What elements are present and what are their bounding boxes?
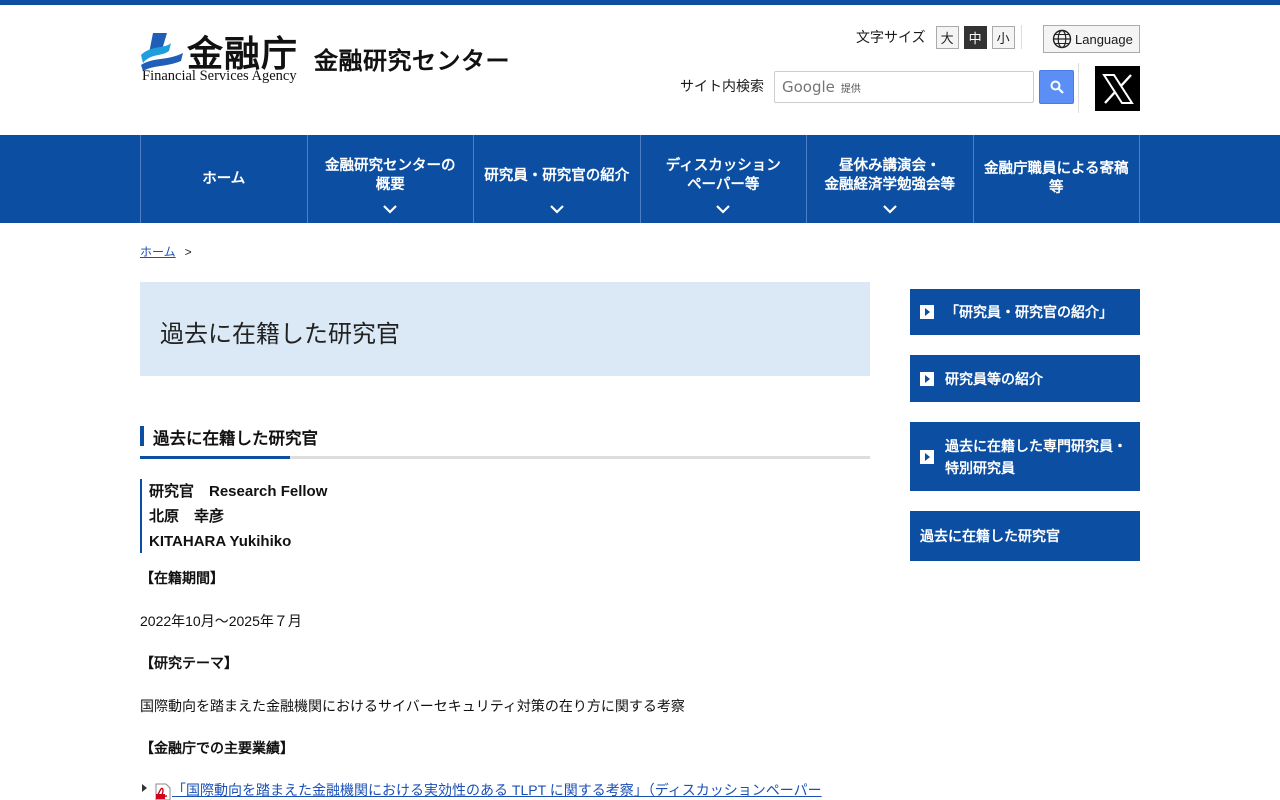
sidebar-item-label: 研究員等の紹介 <box>945 370 1043 387</box>
sidebar-item-label: 特別研究員 <box>945 459 1015 476</box>
achievement-item: 「国際動向を踏まえた金融機関における実効性のある TLPT に関する考察」（ディ… <box>142 780 822 800</box>
nav-label: 金融経済学勉強会等 <box>824 177 956 193</box>
chevron-down-icon <box>383 205 398 214</box>
profile-name-jp: 北原 幸彦 <box>149 508 225 525</box>
theme-value: 国際動向を踏まえた金融機関におけるサイバーセキュリティ対策の在り方に関する考察 <box>140 698 685 714</box>
nav-item-lectures[interactable]: 昼休み講演会・ 金融経済学勉強会等 <box>807 135 974 223</box>
pdf-icon <box>155 783 171 800</box>
language-label: Language <box>1075 31 1133 47</box>
heading-underline-accent <box>140 456 290 459</box>
section-heading: 過去に在籍した研究官 <box>140 426 870 459</box>
profile-title: 研究官 Research Fellow <box>149 483 328 500</box>
nav-label: 金融庁職員による寄稿 <box>983 161 1129 177</box>
arrow-right-icon <box>920 449 934 464</box>
heading-accent-bar <box>140 426 144 446</box>
search-icon <box>1050 80 1064 94</box>
sidebar-item-label: 過去に在籍した専門研究員・ <box>945 437 1127 454</box>
arrow-right-icon <box>920 371 934 386</box>
breadcrumb-home-link[interactable]: ホーム <box>140 243 176 260</box>
fsa-logo[interactable]: 金融庁 Financial Services Agency <box>141 29 306 87</box>
logo-text-en: Financial Services Agency <box>142 68 297 84</box>
achievements-heading: 【金融庁での主要業績】 <box>140 740 294 756</box>
sidebar-item-past-fellows[interactable]: 過去に在籍した研究官 <box>910 511 1140 561</box>
font-size-medium-button[interactable]: 中 <box>963 25 987 49</box>
researcher-profile: 研究官 Research Fellow 北原 幸彦 KITAHARA Yukih… <box>140 479 327 553</box>
nav-item-home[interactable]: ホーム <box>141 135 308 223</box>
list-bullet-icon <box>142 784 147 792</box>
breadcrumb: ホーム > <box>140 243 192 260</box>
sidebar-item-label: 過去に在籍した研究官 <box>920 528 1060 544</box>
nav-label: ホーム <box>202 170 246 187</box>
chevron-down-icon <box>716 205 731 214</box>
nav-label: ディスカッション <box>665 158 781 174</box>
page-title-banner: 過去に在籍した研究官 <box>140 282 870 376</box>
fsa-logo-mark-icon <box>141 31 183 71</box>
header-divider <box>1021 25 1022 49</box>
arrow-right-icon <box>920 305 934 319</box>
font-size-small-button[interactable]: 小 <box>991 25 1015 49</box>
page-title: 過去に在籍した研究官 <box>160 320 400 348</box>
achievement-pdf-link[interactable]: 「国際動向を踏まえた金融機関における実効性のある TLPT に関する考察」（ディ… <box>172 780 822 800</box>
nav-label: 等 <box>1049 180 1064 196</box>
sidebar-item-past-specialists[interactable]: 過去に在籍した専門研究員・ 特別研究員 <box>910 422 1140 491</box>
chevron-down-icon <box>549 205 564 214</box>
nav-item-contributions[interactable]: 金融庁職員による寄稿 等 <box>974 135 1140 223</box>
sidebar-item-researchers[interactable]: 研究員等の紹介 <box>910 355 1140 402</box>
search-label: サイト内検索 <box>680 78 764 94</box>
font-size-label: 文字サイズ <box>856 29 926 45</box>
theme-heading: 【研究テーマ】 <box>140 655 238 671</box>
x-social-button[interactable] <box>1095 66 1140 111</box>
google-provided-text: 提供 <box>840 83 861 95</box>
global-nav: ホーム 金融研究センターの 概要 研究員・研究官の紹介 ディスカッション ペーパ… <box>0 135 1280 223</box>
globe-icon <box>1052 29 1072 49</box>
period-value: 2022年10月～2025年７月 <box>140 613 302 629</box>
google-brand-text: Google <box>782 78 835 96</box>
site-name[interactable]: 金融研究センター <box>314 41 510 76</box>
nav-label: 金融研究センターの <box>325 158 456 174</box>
period-heading: 【在籍期間】 <box>140 570 224 586</box>
nav-label: ペーパー等 <box>687 177 760 193</box>
site-header: 金融庁 Financial Services Agency 金融研究センター 文… <box>0 5 1280 135</box>
nav-item-researchers[interactable]: 研究員・研究官の紹介 <box>474 135 641 223</box>
nav-item-overview[interactable]: 金融研究センターの 概要 <box>308 135 474 223</box>
search-button[interactable] <box>1039 70 1074 104</box>
profile-name-en: KITAHARA Yukihiko <box>149 533 292 550</box>
x-logo-icon <box>1101 73 1134 104</box>
nav-label: 研究員・研究官の紹介 <box>484 167 630 184</box>
section-heading-text: 過去に在籍した研究官 <box>153 430 318 448</box>
language-button[interactable]: Language <box>1043 25 1140 53</box>
font-size-large-button[interactable]: 大 <box>935 25 959 49</box>
site-search-input[interactable]: Google 提供 <box>774 71 1034 103</box>
breadcrumb-separator: > <box>184 244 192 259</box>
nav-label: 概要 <box>375 177 405 193</box>
chevron-down-icon <box>882 205 897 214</box>
nav-item-discussion-papers[interactable]: ディスカッション ペーパー等 <box>641 135 807 223</box>
sidebar-item-researcher-intro[interactable]: 「研究員・研究官の紹介」 <box>910 289 1140 335</box>
header-divider-2 <box>1078 63 1079 113</box>
sidebar-item-label: 「研究員・研究官の紹介」 <box>945 304 1113 320</box>
nav-label: 昼休み講演会・ <box>839 158 941 174</box>
font-size-switcher: 文字サイズ 大 中 小 <box>856 25 1015 49</box>
